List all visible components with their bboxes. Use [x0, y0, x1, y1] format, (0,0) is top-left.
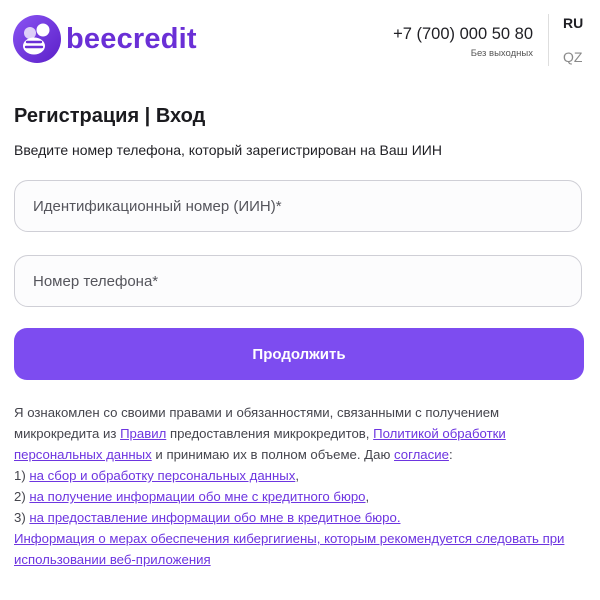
bee-icon [13, 15, 61, 63]
legal-text: Я ознакомлен со своими правами и обязанн… [14, 402, 582, 570]
list-number: 3) [14, 510, 30, 525]
legal-text-part: : [448, 447, 453, 462]
legal-text-part: , [365, 489, 370, 504]
rules-link[interactable]: Правил [120, 426, 166, 441]
lang-qz-button[interactable]: QZ [563, 49, 582, 65]
lang-ru-button[interactable]: RU [563, 15, 583, 31]
header: beecredit +7 (700) 000 50 80 Без выходны… [0, 0, 600, 80]
iin-input[interactable] [31, 196, 581, 216]
consent-credit-bureau-get-link[interactable]: на получение информации обо мне с кредит… [29, 489, 365, 504]
cyber-hygiene-link[interactable]: Информация о мерах обеспечения кибергиги… [14, 531, 564, 567]
consent-credit-bureau-share-link[interactable]: на предоставление информации обо мне в к… [29, 510, 400, 525]
working-hours: Без выходных [470, 48, 533, 59]
header-divider [548, 14, 549, 66]
contact-block: +7 (700) 000 50 80 Без выходных [393, 24, 533, 59]
logo[interactable]: beecredit [13, 15, 197, 63]
logo-text: beecredit [66, 22, 197, 55]
list-number: 2) [14, 489, 30, 504]
phone-input[interactable] [31, 271, 581, 291]
consent-data-processing-link[interactable]: на сбор и обработку персональных данных [29, 468, 295, 483]
iin-field[interactable] [14, 180, 582, 232]
continue-button[interactable]: Продолжить [14, 328, 584, 380]
page-title: Регистрация | Вход [14, 105, 206, 127]
legal-text-part: предоставления микрокредитов, [166, 426, 374, 441]
list-number: 1) [14, 468, 30, 483]
consent-link[interactable]: согласие [394, 447, 449, 462]
phone-number[interactable]: +7 (700) 000 50 80 [393, 24, 533, 44]
page-subtitle: Введите номер телефона, который зарегист… [14, 142, 442, 158]
legal-text-part: , [295, 468, 299, 483]
phone-field[interactable] [14, 255, 582, 307]
legal-text-part: и принимаю их в полном объеме. Даю [151, 447, 395, 462]
